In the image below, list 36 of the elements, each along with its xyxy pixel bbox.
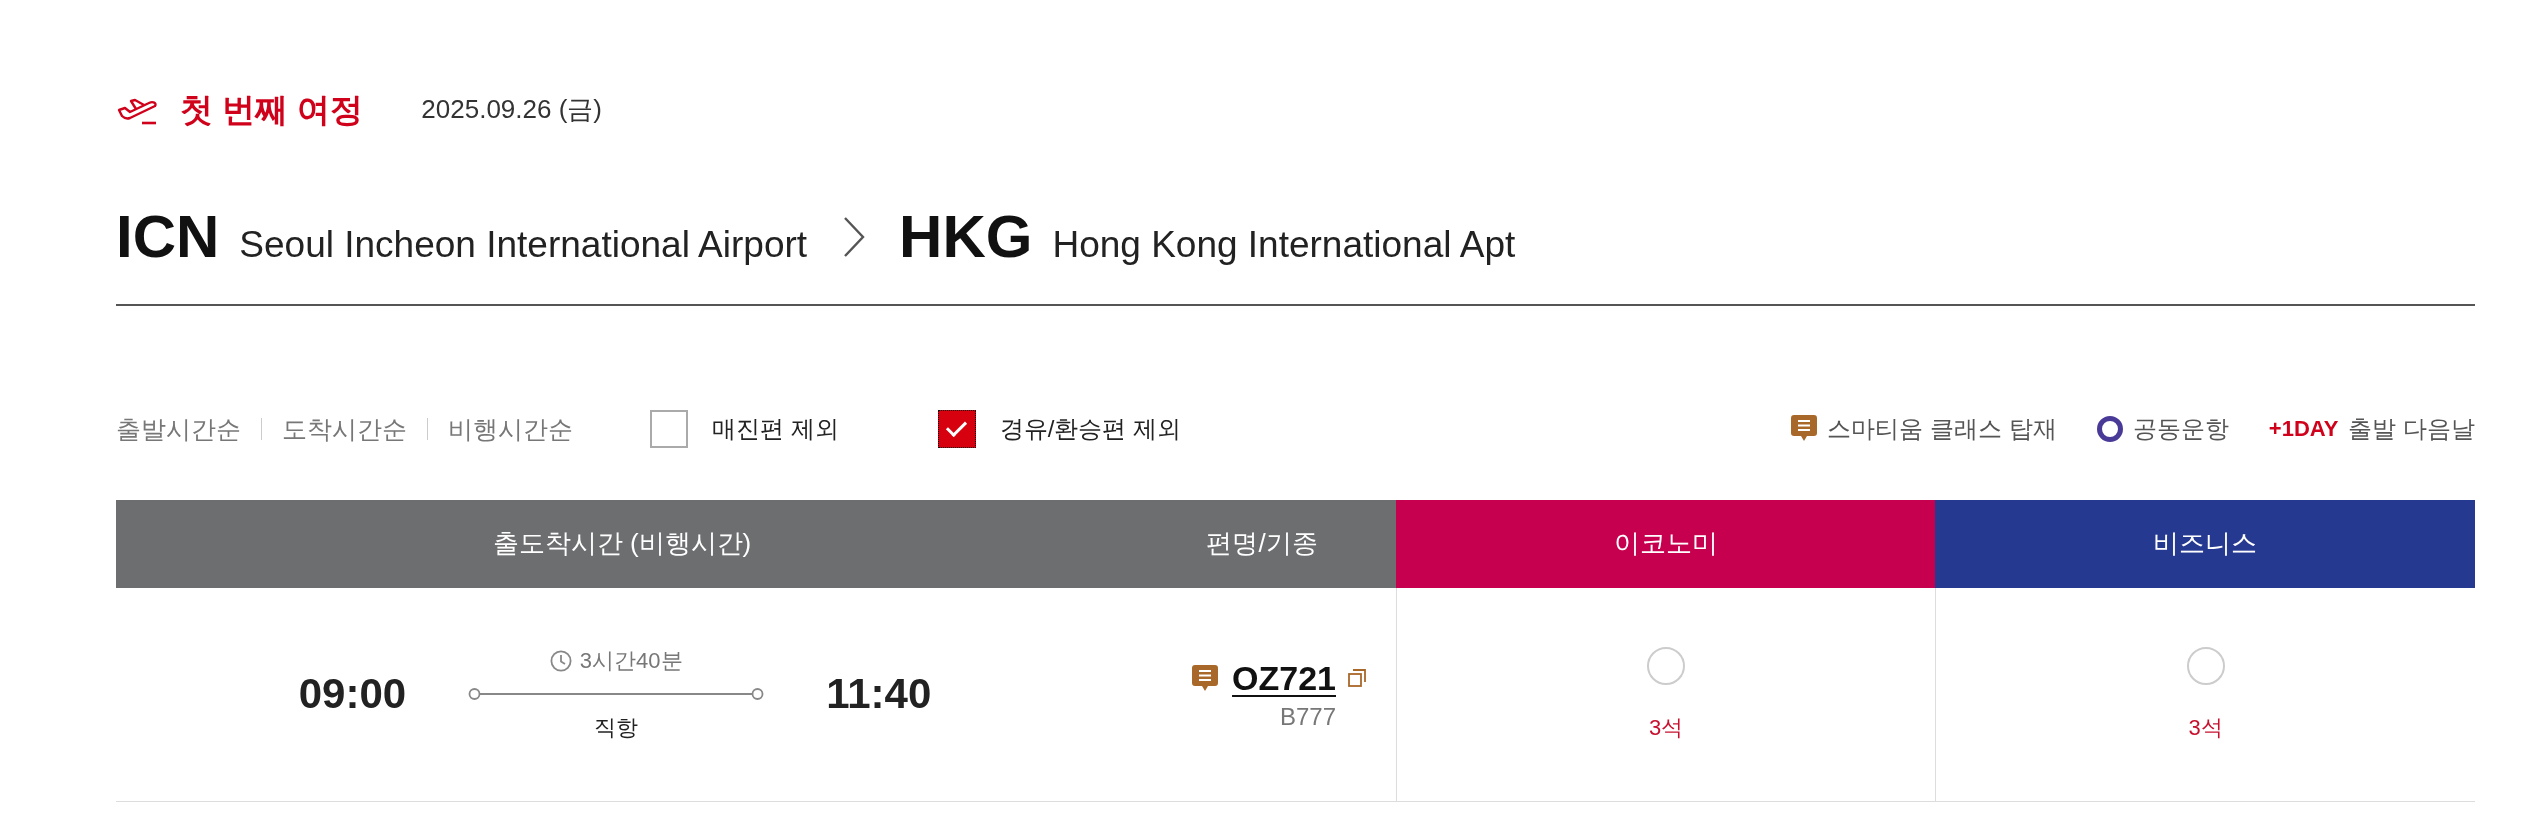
journey-date: 2025.09.26 (금) (421, 94, 602, 126)
origin-airport-code: ICN (116, 204, 220, 270)
legend-label: 출발 다음날 (2348, 414, 2475, 444)
seats-left: 3석 (2188, 715, 2223, 742)
sort-option-link[interactable]: 도착시간순 (282, 414, 407, 444)
fare-radio[interactable] (2186, 647, 2225, 686)
seats-left: 3석 (1648, 715, 1684, 742)
departure-time: 09:00 (298, 671, 407, 718)
speech-bubble-icon (1791, 415, 1818, 443)
column-header-label: 출도착시간 (비행시간) (492, 528, 752, 560)
arrival-time: 11:40 (826, 671, 932, 718)
column-header-label: 편명/기종 (1206, 528, 1318, 560)
destination-airport-code: HKG (899, 204, 1033, 270)
clock-icon (549, 650, 572, 673)
next-day-marker: +1DAY (2268, 415, 2339, 443)
sort-option-link[interactable]: 비행시간순 (448, 414, 573, 444)
copy-icon[interactable] (1348, 669, 1366, 688)
legend-label: 스마티움 클래스 탑재 (1827, 414, 2057, 444)
column-header-label: 비즈니스 (2153, 528, 2257, 560)
column-header-label: 이코노미 (1613, 528, 1718, 560)
destination-airport-name: Hong Kong International Apt (1052, 223, 1516, 267)
stops-label: 직항 (594, 714, 639, 741)
checkbox[interactable] (650, 410, 688, 448)
journey-title: 첫 번째 여정 (180, 90, 364, 130)
fare-radio[interactable] (1647, 647, 1685, 686)
aircraft-type: B777 (1279, 702, 1336, 732)
ring-icon (2096, 416, 2123, 442)
checkbox[interactable] (937, 410, 976, 448)
legend-label: 공동운항 (2132, 414, 2229, 444)
sort-option-link[interactable]: 출발시간순 (116, 414, 241, 444)
flight-number-link[interactable]: OZ721 (1232, 657, 1336, 699)
chevron-right-icon (843, 216, 866, 258)
checkbox-label[interactable]: 매진편 제외 (712, 414, 839, 444)
flight-duration: 3시간40분 (579, 648, 683, 675)
checkbox-label[interactable]: 경유/환승편 제외 (999, 414, 1181, 444)
origin-airport-name: Seoul Incheon International Airport (239, 223, 808, 267)
